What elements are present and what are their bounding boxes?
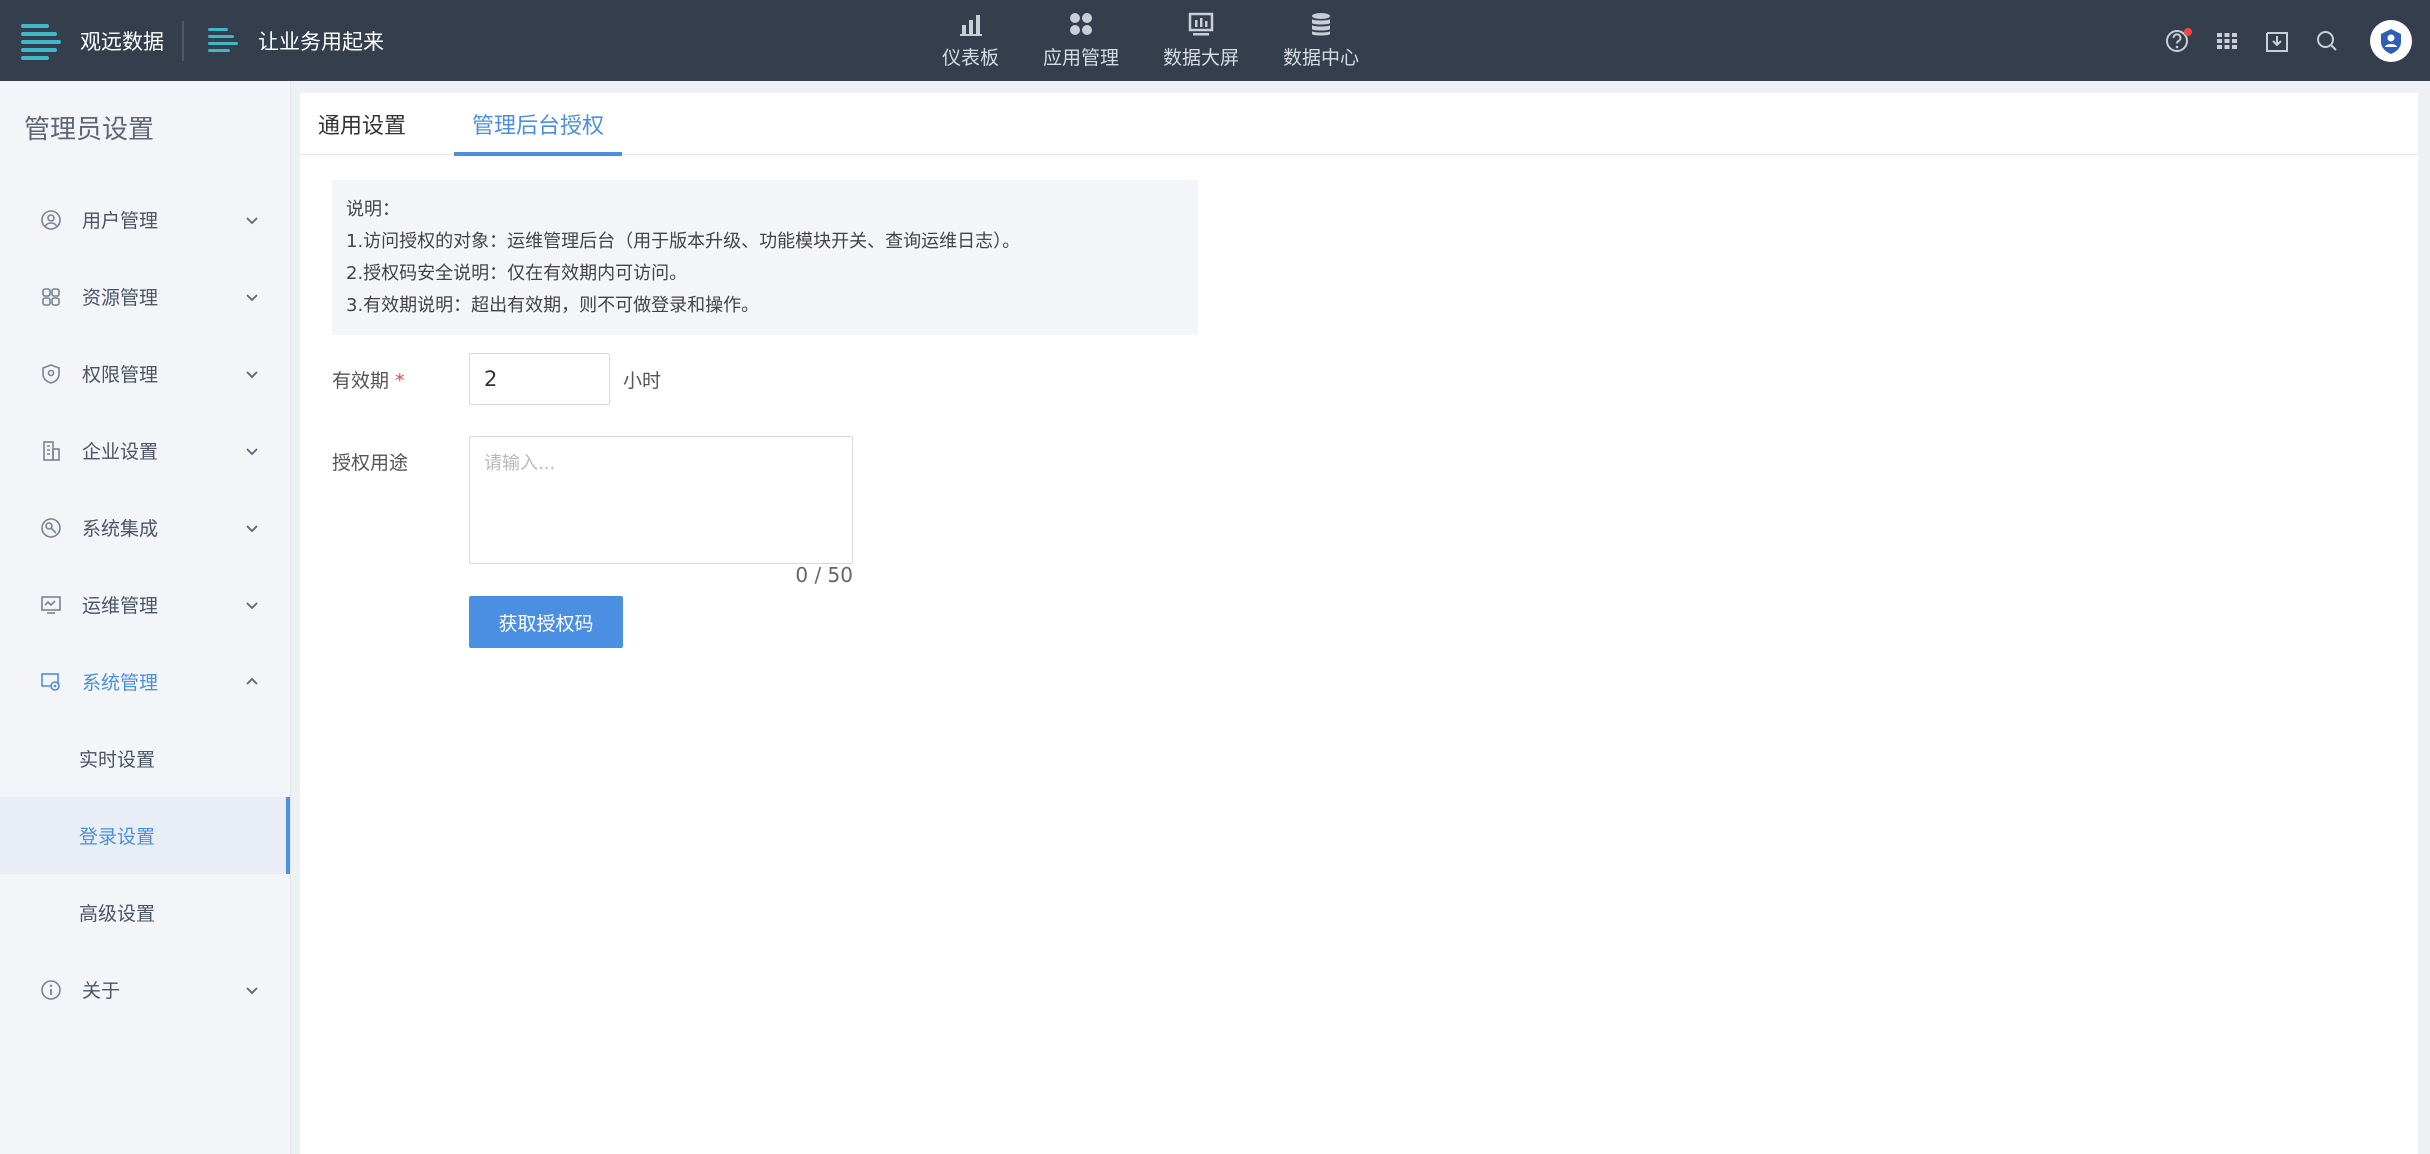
sidebar-item-system-integration[interactable]: 系统集成 — [0, 489, 290, 566]
info-icon — [41, 979, 61, 1000]
search-button[interactable] — [2302, 16, 2352, 66]
sidebar-item-resource-management[interactable]: 资源管理 — [0, 258, 290, 335]
chevron-down-icon — [246, 216, 258, 224]
notice-line: 3.有效期说明：超出有效期，则不可做登录和操作。 — [346, 295, 760, 316]
help-button[interactable] — [2152, 16, 2202, 66]
sidebar: 管理员设置 用户管理 资源管理 权限管理 企业设置 系统集成 运维管理 系统管理… — [0, 81, 291, 1154]
sidebar-item-about[interactable]: 关于 — [0, 951, 290, 1028]
brand-divider — [182, 20, 184, 61]
sidebar-item-label: 资源管理 — [82, 287, 159, 309]
validity-input[interactable]: 2 — [469, 353, 610, 405]
purpose-textarea[interactable]: 请输入... — [469, 436, 853, 564]
top-nav: 仪表板 应用管理 数据大屏 数据中心 — [920, 0, 1381, 81]
nav-label: 数据大屏 — [1163, 47, 1240, 69]
validity-label-text: 有效期 — [332, 370, 390, 392]
nav-data-center[interactable]: 数据中心 — [1261, 0, 1381, 81]
chevron-down-icon — [246, 370, 258, 378]
validity-unit: 小时 — [623, 370, 662, 392]
search-icon — [2317, 30, 2337, 51]
sidebar-item-system-management[interactable]: 系统管理 — [0, 643, 290, 720]
sidebar-subitem-advanced-settings[interactable]: 高级设置 — [0, 874, 290, 951]
nav-label: 数据中心 — [1283, 47, 1360, 69]
app-logo-icon — [208, 27, 238, 52]
sidebar-item-label: 权限管理 — [82, 364, 159, 386]
chevron-down-icon — [246, 986, 258, 994]
nav-label: 应用管理 — [1043, 47, 1120, 69]
database-icon — [1312, 13, 1331, 36]
big-screen-icon — [1188, 12, 1214, 36]
sidebar-item-label: 系统管理 — [82, 672, 159, 694]
sidebar-item-permission-management[interactable]: 权限管理 — [0, 335, 290, 412]
nav-dashboard[interactable]: 仪表板 — [920, 0, 1021, 81]
chevron-up-icon — [246, 677, 258, 685]
nav-big-screen[interactable]: 数据大屏 — [1141, 0, 1261, 81]
app-grid-button[interactable] — [2202, 16, 2252, 66]
notification-dot — [2184, 27, 2192, 36]
system-settings-icon — [41, 672, 60, 691]
shield-icon — [42, 363, 60, 384]
chevron-down-icon — [246, 524, 258, 532]
monitor-icon — [41, 595, 61, 614]
top-tools — [2152, 0, 2412, 81]
chevron-down-icon — [246, 293, 258, 301]
required-mark: * — [395, 370, 405, 392]
brand-logo-icon — [21, 23, 61, 60]
nav-app-management[interactable]: 应用管理 — [1021, 0, 1141, 81]
sidebar-subitem-realtime-settings[interactable]: 实时设置 — [0, 720, 290, 797]
sidebar-subitem-login-settings[interactable]: 登录设置 — [0, 797, 290, 874]
sidebar-item-label: 运维管理 — [82, 595, 159, 617]
user-icon — [41, 209, 61, 230]
avatar[interactable] — [2370, 19, 2412, 62]
tab-admin-authorization[interactable]: 管理后台授权 — [454, 93, 623, 156]
sidebar-item-enterprise-settings[interactable]: 企业设置 — [0, 412, 290, 489]
tab-general-settings[interactable]: 通用设置 — [300, 93, 424, 155]
sidebar-item-user-management[interactable]: 用户管理 — [0, 181, 290, 258]
sidebar-item-label: 系统集成 — [82, 518, 159, 540]
brand-name: 观远数据 — [80, 29, 164, 54]
validity-label: 有效期 * — [332, 366, 405, 393]
sidebar-item-ops-management[interactable]: 运维管理 — [0, 566, 290, 643]
user-avatar-icon — [2381, 28, 2401, 54]
bar-chart-icon — [959, 15, 982, 36]
sidebar-item-label: 用户管理 — [82, 210, 159, 232]
app-name: 让业务用起来 — [258, 29, 384, 54]
notice-line: 2.授权码安全说明：仅在有效期内可访问。 — [346, 263, 688, 284]
main-panel: 通用设置 管理后台授权 说明： 1.访问授权的对象：运维管理后台（用于版本升级、… — [300, 93, 2418, 1154]
notice-box: 说明： 1.访问授权的对象：运维管理后台（用于版本升级、功能模块开关、查询运维日… — [332, 180, 1198, 335]
download-inbox-icon — [2266, 31, 2288, 52]
char-counter: 0 / 50 — [795, 563, 853, 587]
sidebar-item-label: 企业设置 — [82, 441, 159, 463]
chevron-down-icon — [246, 447, 258, 455]
tab-bar: 通用设置 管理后台授权 — [300, 93, 2418, 156]
purpose-label: 授权用途 — [332, 452, 409, 474]
grid-menu-icon — [2217, 32, 2237, 49]
sidebar-item-label: 关于 — [82, 980, 121, 1002]
top-bar: 观远数据 让业务用起来 仪表板 应用管理 数据大屏 数据中心 — [0, 0, 2430, 81]
resource-icon — [42, 287, 60, 306]
notice-line: 1.访问授权的对象：运维管理后台（用于版本升级、功能模块开关、查询运维日志）。 — [346, 231, 1021, 252]
apps-icon — [1070, 13, 1093, 35]
sidebar-title: 管理员设置 — [24, 115, 155, 145]
notice-title: 说明： — [346, 199, 400, 220]
brand[interactable]: 观远数据 让业务用起来 — [0, 0, 384, 81]
building-icon — [43, 440, 60, 461]
integration-icon — [41, 517, 61, 538]
download-button[interactable] — [2252, 16, 2302, 66]
nav-label: 仪表板 — [942, 47, 1000, 69]
chevron-down-icon — [246, 601, 258, 609]
get-auth-code-button[interactable]: 获取授权码 — [469, 596, 623, 648]
